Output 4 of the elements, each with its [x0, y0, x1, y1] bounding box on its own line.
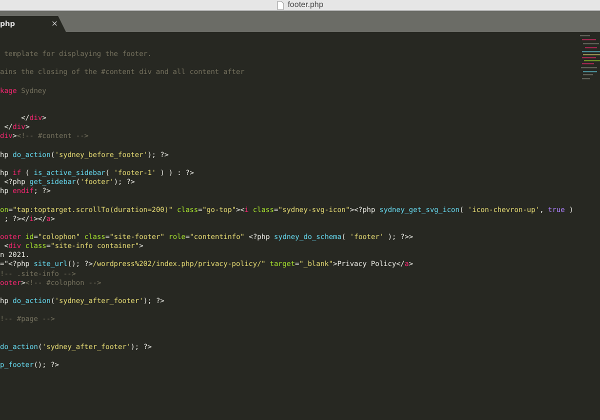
window-title: footer.php: [288, 0, 324, 10]
document-icon: [276, 0, 284, 10]
close-tab-button[interactable]: ×: [51, 19, 58, 29]
minimap-drawing: [580, 33, 600, 81]
